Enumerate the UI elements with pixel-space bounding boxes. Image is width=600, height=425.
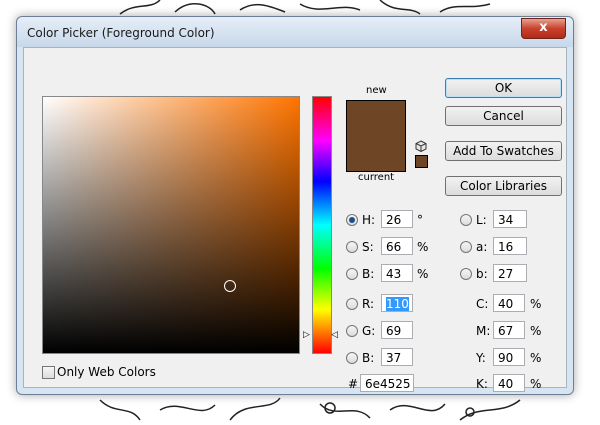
hue-radio[interactable] — [346, 214, 358, 226]
gamut-cube-icon[interactable] — [415, 140, 427, 152]
hue-slider-right-arrow-icon[interactable]: ◁ — [331, 330, 338, 340]
hue-unit: ° — [417, 213, 423, 227]
lab-b-input[interactable]: 27 — [493, 264, 527, 282]
lab-a-radio[interactable] — [460, 241, 472, 253]
red-label: R: — [362, 297, 375, 311]
cyan-label: C: — [476, 297, 489, 311]
add-to-swatches-button[interactable]: Add To Swatches — [445, 141, 562, 161]
yellow-label: Y: — [476, 351, 486, 365]
lab-b-radio[interactable] — [460, 268, 472, 280]
magenta-label: M: — [476, 324, 491, 338]
color-swatch — [346, 100, 406, 172]
hue-slider-left-arrow-icon[interactable]: ▷ — [303, 330, 310, 340]
lab-l-row: L: 34 — [460, 210, 560, 230]
saturation-unit: % — [417, 240, 429, 254]
current-label: current — [358, 172, 395, 183]
black-input[interactable]: 40 — [493, 374, 525, 392]
red-radio[interactable] — [346, 298, 358, 310]
hex-input[interactable]: 6e4525 — [360, 374, 414, 392]
green-row: G: 69 — [346, 321, 456, 341]
cyan-unit: % — [530, 297, 542, 311]
green-radio[interactable] — [346, 325, 358, 337]
green-label: G: — [362, 324, 376, 338]
close-button[interactable]: x — [521, 18, 566, 39]
field-cursor-icon[interactable] — [224, 280, 236, 292]
dialog-body: ▷ ◁ new current OK Cancel Add To Swatche… — [23, 47, 567, 392]
brightness-unit: % — [417, 267, 429, 281]
blue-radio[interactable] — [346, 352, 358, 364]
magenta-unit: % — [530, 324, 542, 338]
yellow-unit: % — [530, 351, 542, 365]
saturation-brightness-field[interactable] — [42, 96, 300, 354]
red-row: R: 110 — [346, 294, 456, 314]
black-row: K: 40 % — [460, 374, 560, 394]
ok-button[interactable]: OK — [445, 78, 562, 98]
lab-b-label: b: — [476, 267, 488, 281]
lab-l-radio[interactable] — [460, 214, 472, 226]
yellow-input[interactable]: 90 — [493, 348, 525, 366]
hue-row: H: 26 ° — [346, 210, 456, 230]
lab-a-row: a: 16 — [460, 237, 560, 257]
black-label: K: — [476, 377, 488, 391]
blue-row: B: 37 — [346, 348, 456, 368]
magenta-input[interactable]: 67 — [493, 321, 525, 339]
color-libraries-button[interactable]: Color Libraries — [445, 176, 562, 196]
brightness-row: B: 43 % — [346, 264, 456, 284]
saturation-radio[interactable] — [346, 241, 358, 253]
blue-label: B: — [362, 351, 375, 365]
saturation-label: S: — [362, 240, 374, 254]
lab-a-input[interactable]: 16 — [493, 237, 527, 255]
brightness-input[interactable]: 43 — [381, 264, 413, 282]
red-input[interactable]: 110 — [381, 294, 413, 312]
blue-input[interactable]: 37 — [381, 348, 413, 366]
web-safe-swatch[interactable] — [415, 155, 428, 168]
hue-label: H: — [362, 213, 376, 227]
cyan-row: C: 40 % — [460, 294, 560, 314]
window-title: Color Picker (Foreground Color) — [27, 26, 215, 40]
only-web-colors-checkbox[interactable] — [42, 366, 55, 379]
black-unit: % — [530, 377, 542, 391]
magenta-row: M: 67 % — [460, 321, 560, 341]
red-input-value: 110 — [386, 297, 409, 311]
hue-slider[interactable] — [312, 96, 332, 354]
cancel-button[interactable]: Cancel — [445, 106, 562, 126]
lab-l-input[interactable]: 34 — [493, 210, 527, 228]
hex-label: # — [348, 377, 359, 391]
yellow-row: Y: 90 % — [460, 348, 560, 368]
current-color-swatch[interactable] — [347, 136, 405, 171]
color-picker-dialog: Color Picker (Foreground Color) x ▷ ◁ ne… — [16, 16, 574, 395]
title-bar[interactable]: Color Picker (Foreground Color) x — [17, 17, 573, 47]
brightness-label: B: — [362, 267, 375, 281]
saturation-input[interactable]: 66 — [381, 237, 413, 255]
new-label: new — [366, 85, 387, 96]
new-color-swatch — [347, 101, 405, 136]
lab-l-label: L: — [476, 213, 487, 227]
lab-a-label: a: — [476, 240, 488, 254]
only-web-colors-label[interactable]: Only Web Colors — [57, 365, 156, 379]
green-input[interactable]: 69 — [381, 321, 413, 339]
saturation-row: S: 66 % — [346, 237, 456, 257]
lab-b-row: b: 27 — [460, 264, 560, 284]
hue-input[interactable]: 26 — [381, 210, 413, 228]
hex-row: # 6e4525 — [346, 374, 456, 394]
brightness-radio[interactable] — [346, 268, 358, 280]
cyan-input[interactable]: 40 — [493, 294, 525, 312]
